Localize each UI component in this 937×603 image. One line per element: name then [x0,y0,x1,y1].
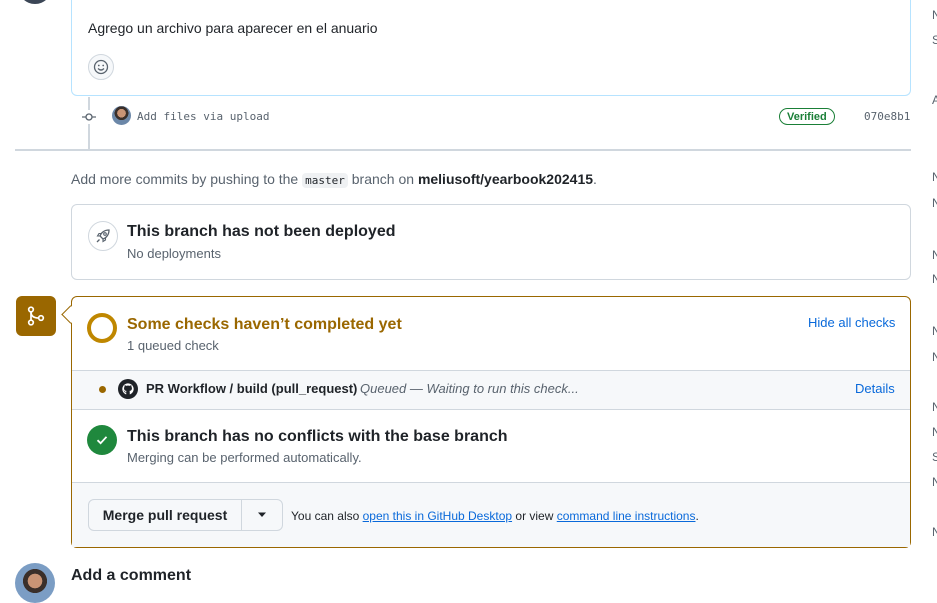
sidebar-fragment: N [932,425,937,439]
commit-icon [82,110,96,124]
deployment-subtitle: No deployments [127,246,221,261]
github-icon [118,379,138,399]
checks-subtitle: 1 queued check [127,338,219,353]
alt-prefix: You can also [291,509,360,523]
sidebar-fragment: S [932,33,937,47]
sidebar-fragment: S [932,450,937,464]
merge-alternatives: You can also open this in GitHub Desktop… [291,509,699,523]
merge-pull-request-button[interactable]: Merge pull request [88,499,242,531]
check-name: PR Workflow / build (pull_request) [146,381,358,396]
verified-badge[interactable]: Verified [779,108,835,125]
check-details-link[interactable]: Details [855,381,895,396]
rocket-icon [88,221,118,251]
sidebar-fragment: N [932,196,937,210]
open-in-desktop-link[interactable]: open this in GitHub Desktop [363,509,512,523]
sidebar-fragment: N [932,350,937,364]
current-user-avatar[interactable] [15,563,55,603]
sidebar-fragment: N [932,272,937,286]
add-reaction-button[interactable] [88,54,114,80]
sidebar-fragment: N [932,8,937,22]
repo-link[interactable]: meliusoft/yearbook202415 [418,171,593,187]
commit-sha-link[interactable]: 070e8b1 [864,110,910,123]
comment-body-text: Agrego un archivo para aparecer en el an… [88,20,378,36]
merge-method-dropdown[interactable] [241,499,283,531]
push-hint-prefix: Add more commits by pushing to the [71,171,299,187]
hide-all-checks-button[interactable]: Hide all checks [808,315,895,330]
queued-dot-icon [99,386,106,393]
alt-suffix: . [695,509,699,523]
sidebar-fragment: N [932,324,937,338]
push-hint-middle: branch on [351,171,415,187]
deployment-box [71,204,911,280]
timeline-separator [15,149,911,151]
push-hint: Add more commits by pushing to the maste… [71,171,597,188]
branch-name[interactable]: master [302,173,348,188]
push-hint-suffix: . [593,171,597,187]
comment-body-box [71,0,911,96]
git-merge-icon [16,296,56,336]
commit-message-link[interactable]: Add files via upload [137,110,269,123]
checks-title: Some checks haven’t completed yet [127,316,402,333]
sidebar-fragment: A [932,93,937,107]
cli-instructions-link[interactable]: command line instructions [557,509,696,523]
alt-middle: or view [515,509,554,523]
add-comment-heading: Add a comment [71,567,192,584]
check-status: Queued — Waiting to run this check... [360,381,579,396]
deployment-title: This branch has not been deployed [127,223,396,240]
sidebar-fragment: N [932,475,937,489]
sidebar-fragment: N [932,170,937,184]
sidebar-fragment: N [932,525,937,539]
pending-status-icon [87,313,117,343]
conflicts-title: This branch has no conflicts with the ba… [127,428,508,445]
check-circle-icon [87,425,117,455]
triangle-down-icon [258,512,266,517]
author-avatar[interactable] [18,0,52,4]
sidebar-fragment: N [932,248,937,262]
commit-author-avatar[interactable] [112,106,131,125]
sidebar-fragment: N [932,400,937,414]
smiley-icon [93,59,109,75]
conflicts-subtitle: Merging can be performed automatically. [127,450,362,465]
